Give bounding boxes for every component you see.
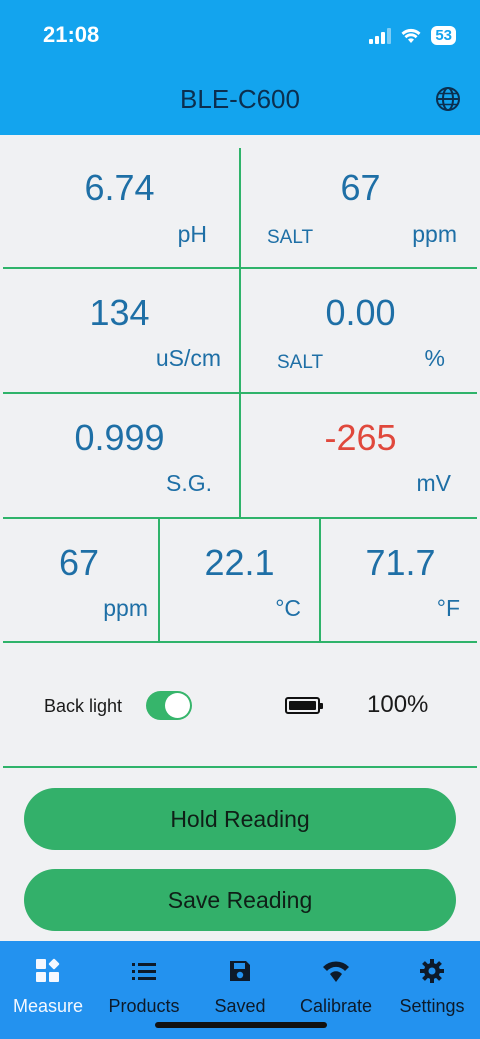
- grid-divider: [3, 517, 477, 519]
- status-battery-badge: 53: [431, 26, 456, 45]
- status-time: 21:08: [43, 22, 100, 47]
- salt-pct-label: SALT: [277, 352, 324, 373]
- battery-icon: [285, 697, 323, 714]
- tab-label: Products: [108, 996, 180, 1016]
- measure-icon: [34, 957, 62, 985]
- tab-label: Saved: [214, 996, 266, 1016]
- sg-unit: S.G.: [165, 470, 212, 496]
- tab-label: Measure: [12, 996, 84, 1016]
- salt-ppm-label: SALT: [267, 227, 314, 248]
- salt-pct-unit: %: [424, 345, 445, 371]
- cellular-signal-icon: [369, 27, 392, 44]
- hold-reading-button[interactable]: Hold Reading: [24, 788, 456, 850]
- ph-unit: pH: [177, 221, 207, 247]
- temp-c-unit: °C: [275, 595, 301, 621]
- orp-unit: mV: [416, 470, 452, 496]
- list-icon: [130, 957, 158, 985]
- header: BLE-C600: [0, 70, 480, 135]
- temp-c-value: 22.1: [204, 542, 275, 583]
- tab-measure[interactable]: Measure: [0, 941, 96, 1039]
- salt-pct-value: 0.00: [325, 292, 396, 333]
- gear-icon: [418, 957, 446, 985]
- status-icons: 53: [369, 26, 456, 45]
- save-icon: [226, 957, 254, 985]
- tds-value: 67: [58, 542, 100, 583]
- page-title: BLE-C600: [180, 84, 300, 114]
- backlight-label: Back light: [44, 696, 123, 716]
- temp-f-value: 71.7: [365, 542, 436, 583]
- status-bar: 21:08 53: [0, 0, 480, 70]
- calibrate-icon: [322, 957, 350, 985]
- ph-value: 6.74: [84, 167, 155, 208]
- save-reading-button[interactable]: Save Reading: [24, 869, 456, 931]
- grid-divider: [3, 766, 477, 768]
- tab-label: Calibrate: [299, 996, 373, 1016]
- conductivity-value: 134: [89, 292, 150, 333]
- tab-settings[interactable]: Settings: [384, 941, 480, 1039]
- tds-unit: ppm: [103, 595, 148, 621]
- salt-ppm-unit: ppm: [412, 221, 457, 247]
- battery-percent: 100%: [367, 691, 429, 718]
- globe-icon[interactable]: [434, 85, 462, 113]
- backlight-toggle[interactable]: [146, 691, 192, 720]
- temp-f-unit: °F: [436, 595, 460, 621]
- orp-value: -265: [324, 417, 397, 458]
- wifi-icon: [401, 28, 421, 43]
- sg-value: 0.999: [74, 417, 165, 458]
- grid-divider: [3, 641, 477, 643]
- conductivity-unit: uS/cm: [155, 345, 221, 371]
- tab-label: Settings: [399, 996, 465, 1016]
- salt-ppm-value: 67: [340, 167, 381, 208]
- home-indicator: [155, 1022, 327, 1028]
- toggle-knob: [165, 693, 190, 718]
